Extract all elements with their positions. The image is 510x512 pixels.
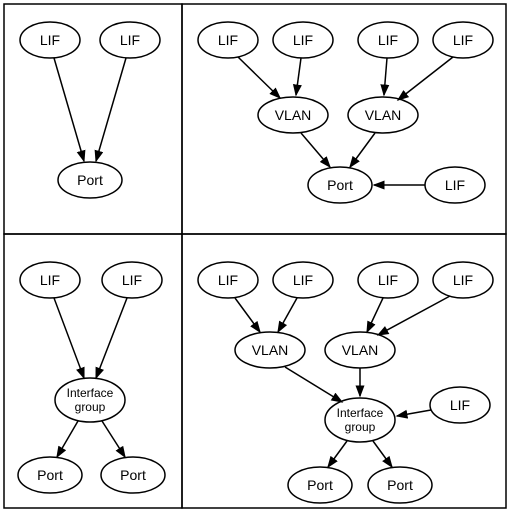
node-label: LIF [453, 272, 473, 288]
edge [285, 367, 342, 402]
node-port: Port [18, 457, 82, 493]
node-lif: LIF [20, 262, 80, 298]
node-label: LIF [122, 272, 142, 288]
node-vlan: VLAN [258, 97, 328, 133]
node-lif: LIF [102, 262, 162, 298]
node-label: LIF [378, 272, 398, 288]
node-label: Port [387, 477, 413, 493]
node-label: Port [37, 467, 63, 483]
node-label: Interface [67, 386, 114, 400]
edge [57, 421, 78, 457]
edge [54, 298, 84, 378]
node-label: group [345, 420, 376, 434]
edge [397, 410, 431, 416]
panel-bottom-left-content: LIF LIF Interface group Port Port [18, 262, 165, 493]
node-port: Port [101, 457, 165, 493]
node-label: VLAN [252, 342, 289, 358]
edge [367, 298, 383, 332]
panel-top-left-content: LIF LIF Port [20, 22, 160, 198]
node-lif: LIF [198, 22, 258, 58]
panel-bottom-right-content: LIF LIF LIF LIF VLAN VLAN Interface grou… [198, 262, 493, 503]
node-port: Port [368, 467, 432, 503]
node-label: Port [120, 467, 146, 483]
node-vlan: VLAN [348, 97, 418, 133]
node-vlan: VLAN [325, 332, 395, 368]
edge [238, 57, 280, 98]
edge [96, 298, 127, 378]
node-interface-group: Interface group [55, 378, 125, 422]
panel-top-right-content: LIF LIF LIF LIF VLAN VLAN Port LIF [198, 22, 493, 203]
edge [398, 57, 453, 100]
node-label: VLAN [275, 107, 312, 123]
node-label: LIF [445, 177, 465, 193]
node-label: LIF [378, 32, 398, 48]
edge [378, 296, 450, 335]
node-label: LIF [293, 32, 313, 48]
node-lif: LIF [20, 22, 80, 58]
edge [54, 58, 84, 161]
node-lif: LIF [273, 262, 333, 298]
node-label: LIF [218, 32, 238, 48]
edge [102, 421, 125, 457]
node-label: Interface [337, 406, 384, 420]
node-lif: LIF [358, 22, 418, 58]
edge [278, 298, 297, 332]
node-label: LIF [450, 397, 470, 413]
edge [350, 133, 375, 167]
node-label: VLAN [342, 342, 379, 358]
node-lif: LIF [358, 262, 418, 298]
node-lif: LIF [273, 22, 333, 58]
node-label: LIF [218, 272, 238, 288]
edge [235, 298, 260, 332]
network-hierarchy-diagram: LIF LIF Port LIF LIF LIF LIF [0, 0, 510, 512]
node-lif: LIF [433, 22, 493, 58]
node-port: Port [58, 162, 122, 198]
node-label: LIF [120, 32, 140, 48]
node-label: LIF [40, 32, 60, 48]
node-lif: LIF [425, 167, 485, 203]
node-label: LIF [40, 272, 60, 288]
edge [296, 58, 301, 95]
node-lif: LIF [433, 262, 493, 298]
node-label: LIF [453, 32, 473, 48]
node-lif: LIF [198, 262, 258, 298]
node-label: group [75, 400, 106, 414]
node-label: LIF [293, 272, 313, 288]
node-lif: LIF [430, 387, 490, 423]
node-label: VLAN [365, 107, 402, 123]
node-label: Port [307, 477, 333, 493]
edge [328, 441, 347, 467]
node-label: Port [77, 172, 103, 188]
node-label: Port [327, 177, 353, 193]
node-port: Port [288, 467, 352, 503]
node-port: Port [308, 167, 372, 203]
edge [373, 441, 392, 467]
node-vlan: VLAN [235, 332, 305, 368]
node-lif: LIF [100, 22, 160, 58]
edge [384, 58, 387, 95]
edge [301, 133, 330, 167]
node-interface-group: Interface group [325, 398, 395, 442]
edge [96, 58, 126, 161]
